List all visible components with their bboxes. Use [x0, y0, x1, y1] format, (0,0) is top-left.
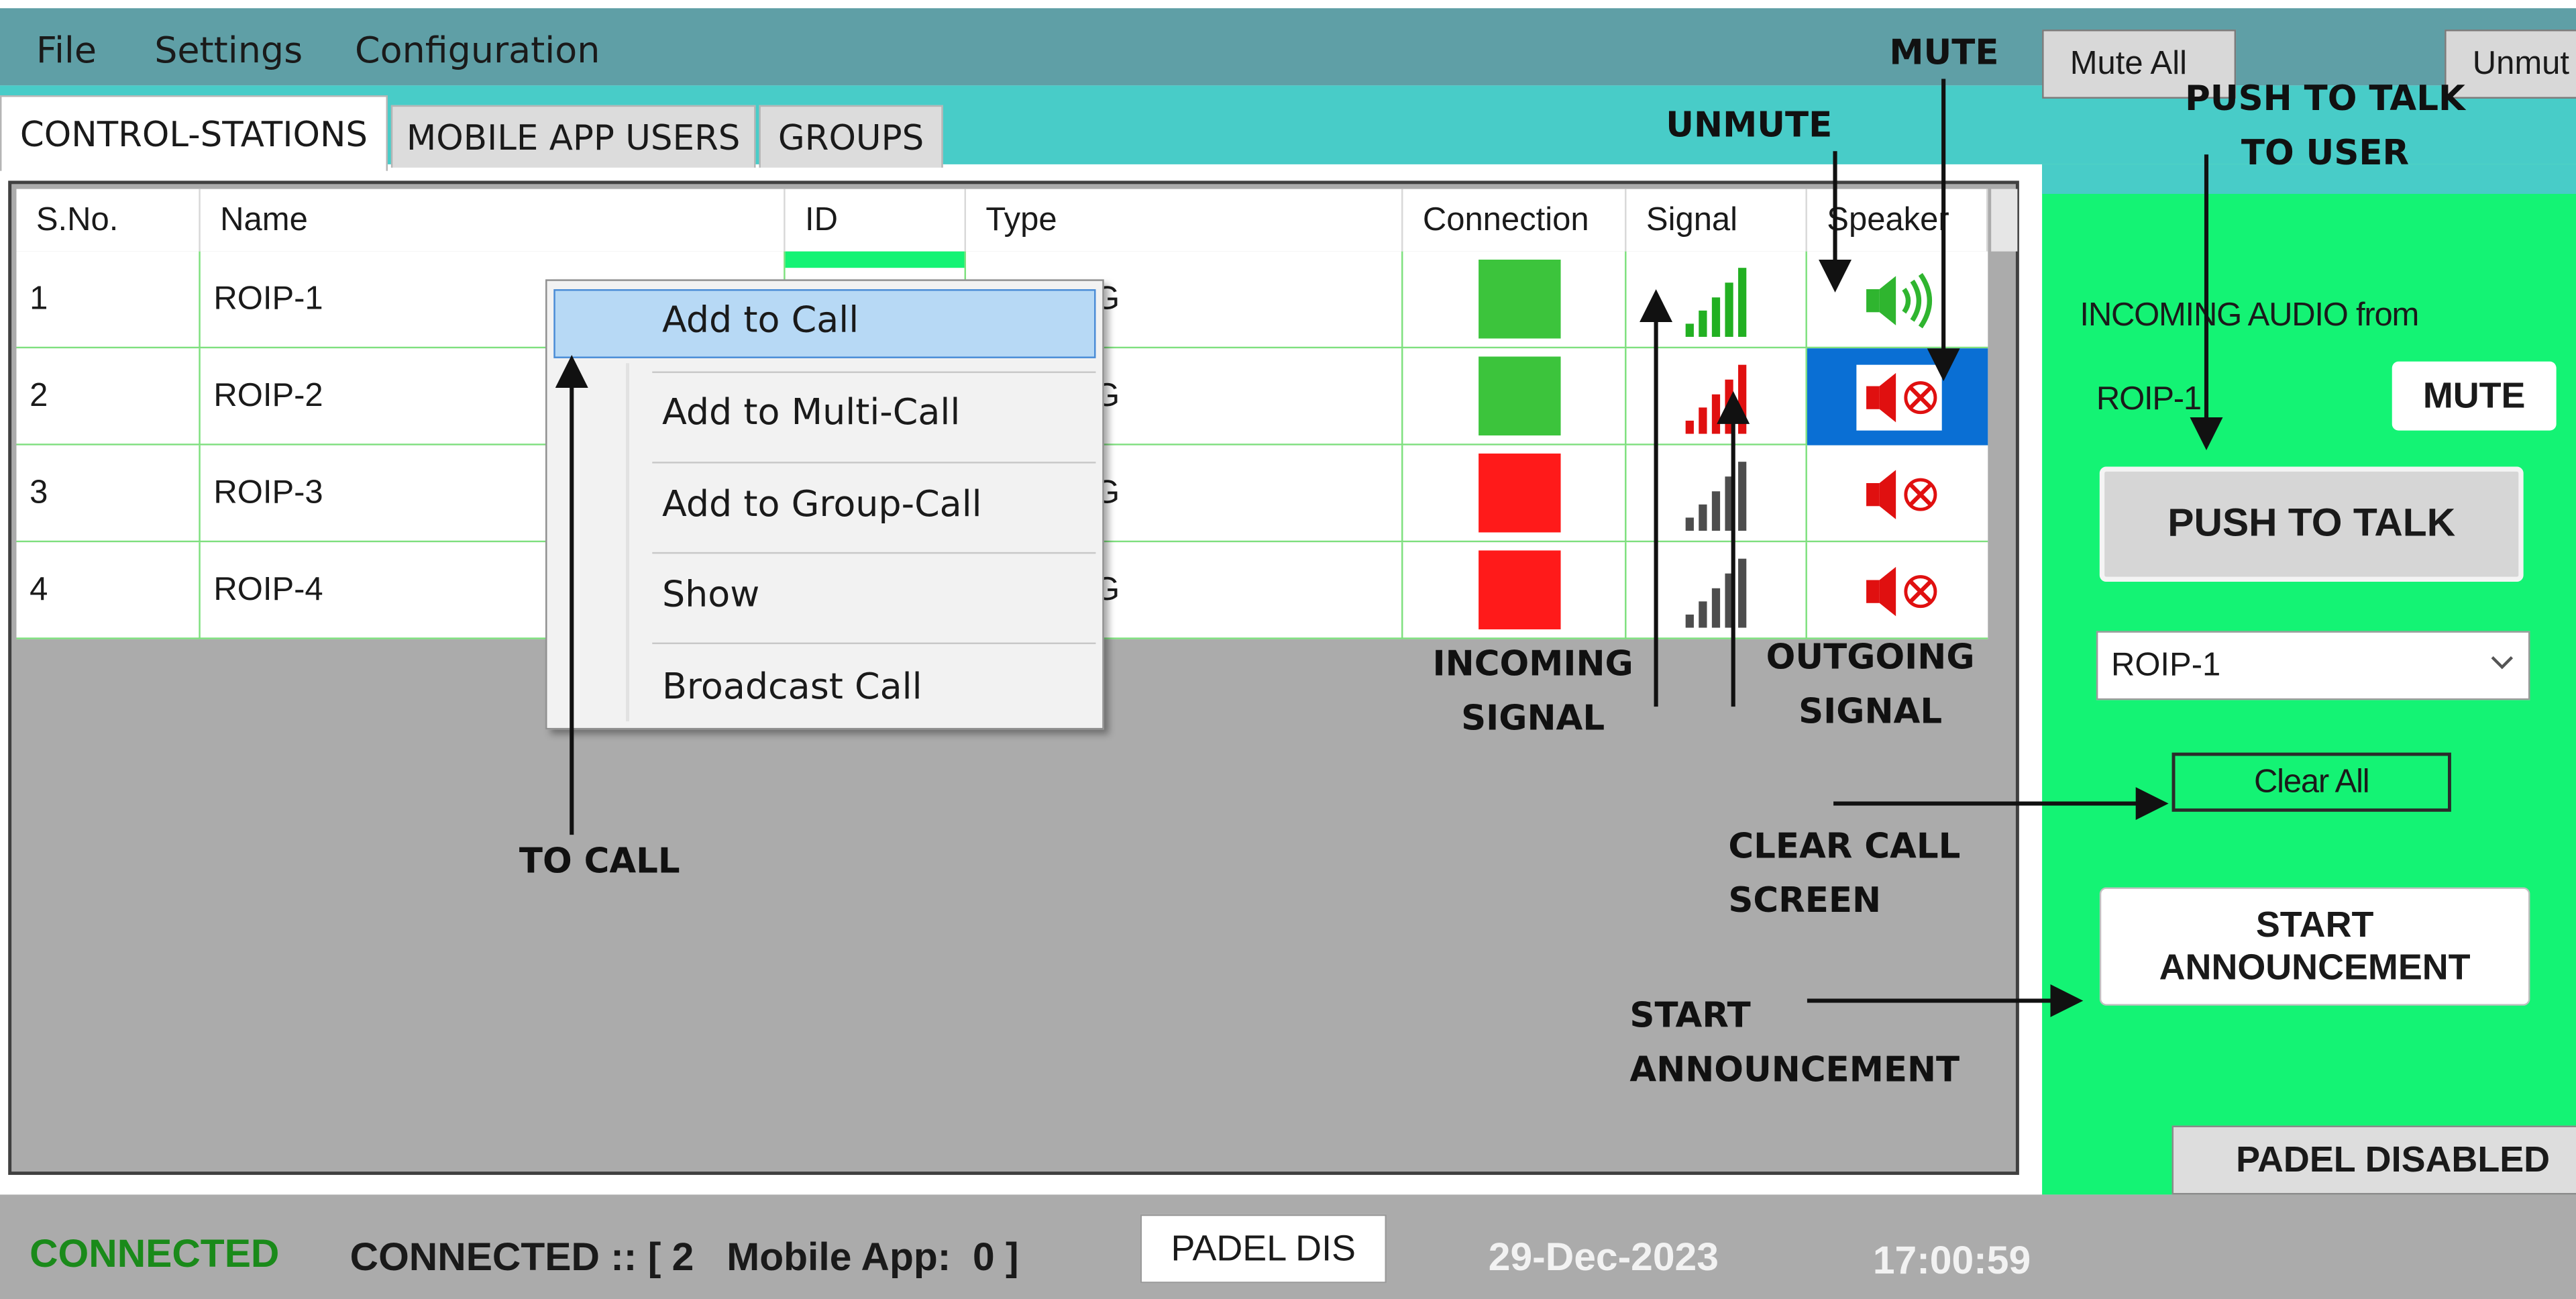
annotation-clear-call-screen: CLEAR CALL SCREEN — [1728, 826, 1961, 921]
cell-speaker-selected[interactable] — [1807, 348, 1988, 446]
cell-connection — [1403, 445, 1627, 543]
cell-connection — [1403, 251, 1627, 349]
speaker-on-icon[interactable] — [1863, 271, 1945, 330]
padel-status-badge: PADEL DIS — [1140, 1214, 1387, 1284]
menu-separator — [652, 462, 1096, 464]
menu-separator — [652, 552, 1096, 554]
start-announcement-button[interactable]: START ANNOUNCEMENT — [2099, 887, 2530, 1006]
cell-connection — [1403, 348, 1627, 446]
menu-item-broadcast-call[interactable]: Broadcast Call — [662, 667, 922, 708]
outgoing-signal-icon — [1685, 362, 1758, 434]
incoming-source-label: ROIP-1 — [2096, 381, 2202, 418]
push-to-talk-button[interactable]: PUSH TO TALK — [2099, 466, 2524, 582]
connection-status-box — [1479, 453, 1561, 533]
grid-scrollbar[interactable] — [1991, 189, 2018, 252]
grid-header: S.No. Name ID Type Connection Signal Spe… — [16, 189, 1988, 252]
tab-mobile-app-users[interactable]: MOBILE APP USERS — [390, 105, 756, 168]
station-select-value: ROIP-1 — [2110, 646, 2221, 683]
id-indicator — [785, 251, 965, 268]
signal-idle-icon — [1685, 458, 1758, 531]
header-signal[interactable]: Signal — [1627, 189, 1807, 252]
station-select[interactable]: ROIP-1 — [2096, 631, 2530, 700]
annotation-outgoing-signal: OUTGOING SIGNAL — [1766, 637, 1975, 731]
menu-item-show[interactable]: Show — [662, 575, 759, 616]
context-menu: Add to Call Add to Multi-Call Add to Gro… — [545, 279, 1104, 730]
header-connection[interactable]: Connection — [1403, 189, 1627, 252]
incoming-signal-icon — [1685, 264, 1758, 337]
connection-status-box — [1479, 356, 1561, 435]
menu-settings[interactable]: Settings — [154, 32, 303, 72]
cell-speaker[interactable] — [1807, 542, 1988, 639]
status-date: 29-Dec-2023 — [1488, 1235, 1719, 1280]
connection-status-text: CONNECTED — [30, 1232, 280, 1277]
header-id[interactable]: ID — [786, 189, 967, 252]
cell-sno: 1 — [16, 251, 201, 349]
menu-item-add-to-multi-call[interactable]: Add to Multi-Call — [662, 393, 960, 433]
annotation-unmute: UNMUTE — [1666, 105, 1833, 145]
chevron-down-icon — [2491, 656, 2514, 670]
speaker-muted-icon[interactable] — [1863, 465, 1945, 524]
padel-disabled-button[interactable]: PADEL DISABLED — [2171, 1125, 2576, 1195]
status-time: 17:00:59 — [1872, 1239, 2031, 1284]
menu-configuration[interactable]: Configuration — [355, 32, 600, 72]
connection-status-box — [1479, 259, 1561, 339]
cell-sno: 3 — [16, 445, 201, 543]
annotation-start-announcement: START ANNOUNCEMENT — [1629, 996, 1960, 1090]
cell-connection — [1403, 542, 1627, 639]
header-type[interactable]: Type — [966, 189, 1403, 252]
cell-sno: 2 — [16, 348, 201, 446]
menu-separator — [652, 642, 1096, 645]
annotation-to-call: TO CALL — [519, 841, 680, 881]
mute-button[interactable]: MUTE — [2392, 361, 2557, 431]
menu-file[interactable]: File — [36, 32, 97, 72]
signal-idle-icon — [1685, 556, 1758, 628]
cell-signal — [1627, 445, 1807, 543]
annotation-mute: MUTE — [1889, 32, 1999, 72]
clear-all-button[interactable]: Clear All — [2171, 752, 2451, 812]
connected-count-text: CONNECTED :: [ 2 Mobile App: 0 ] — [350, 1235, 1019, 1280]
menu-separator — [652, 371, 1096, 373]
cell-signal — [1627, 542, 1807, 639]
menu-item-add-to-call[interactable]: Add to Call — [662, 301, 859, 342]
tab-groups[interactable]: GROUPS — [759, 105, 943, 168]
annotation-push-to-talk: PUSH TO TALK TO USER — [2185, 79, 2465, 173]
app-window: File Settings Configuration CONTROL-STAT… — [0, 0, 2576, 1299]
cell-signal — [1627, 251, 1807, 349]
connection-status-box — [1479, 550, 1561, 629]
tab-control-stations[interactable]: CONTROL-STATIONS — [0, 95, 388, 171]
speaker-muted-icon[interactable] — [1863, 368, 1945, 427]
cell-signal — [1627, 348, 1807, 446]
header-sno[interactable]: S.No. — [16, 189, 201, 252]
context-menu-gutter — [626, 363, 629, 722]
annotation-incoming-signal: INCOMING SIGNAL — [1432, 644, 1633, 738]
cell-sno: 4 — [16, 542, 201, 639]
menu-item-add-to-group-call[interactable]: Add to Group-Call — [662, 484, 982, 525]
cell-speaker[interactable] — [1807, 446, 1988, 542]
cell-speaker[interactable] — [1807, 252, 1988, 348]
incoming-audio-label: INCOMING AUDIO from — [2080, 297, 2419, 334]
header-name[interactable]: Name — [201, 189, 786, 252]
header-speaker[interactable]: Speaker — [1807, 189, 1988, 252]
speaker-muted-icon[interactable] — [1863, 562, 1945, 621]
